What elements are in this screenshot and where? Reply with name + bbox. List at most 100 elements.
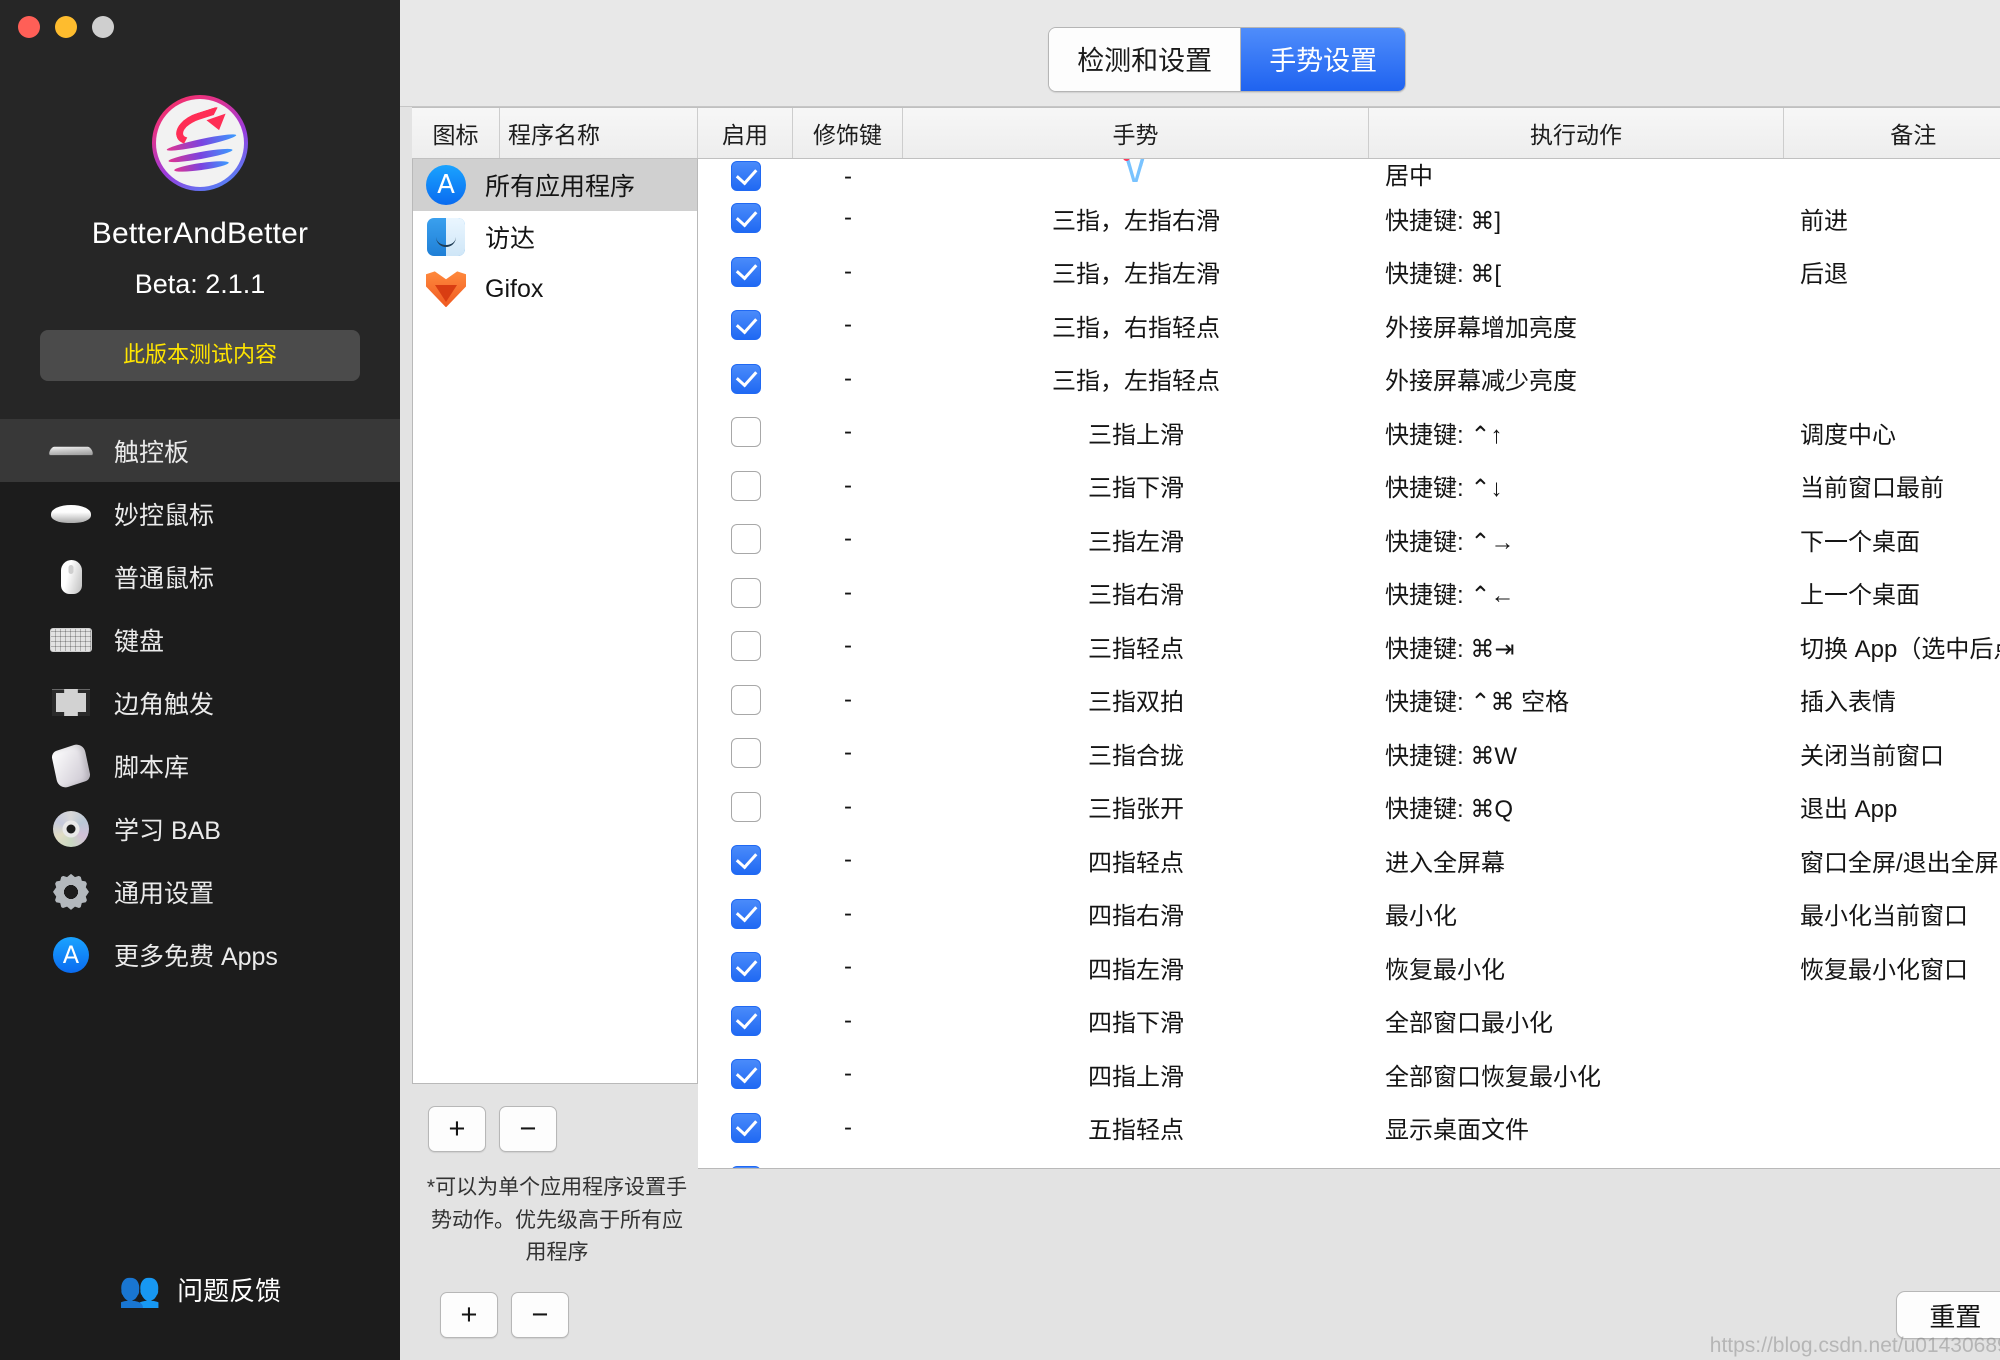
gesture-cell: 四指轻点	[1088, 849, 1184, 877]
maximize-window-button[interactable]	[92, 16, 114, 38]
enable-checkbox[interactable]	[730, 1059, 761, 1090]
enable-checkbox-cell	[698, 256, 793, 287]
note-cell: 前进	[1800, 207, 1848, 235]
sidebar-item-learn-bab[interactable]: 学习 BAB	[0, 797, 400, 860]
table-row[interactable]: - 三指下滑 快捷键: ⌃↓ 当前窗口最前	[698, 459, 2000, 513]
enable-checkbox[interactable]	[730, 952, 761, 983]
enable-checkbox[interactable]	[730, 310, 761, 341]
sidebar-item-script-library[interactable]: 脚本库	[0, 734, 400, 797]
app-list-item-finder[interactable]: 访达	[413, 211, 697, 263]
enable-checkbox[interactable]	[730, 417, 761, 448]
note-cell: 后退	[1800, 261, 1848, 289]
table-row[interactable]: - 三指，左指轻点 外接屏幕减少亮度	[698, 352, 2000, 406]
enable-checkbox[interactable]	[730, 203, 761, 234]
beta-notes-button[interactable]: 此版本测试内容	[40, 330, 360, 382]
enable-checkbox[interactable]	[730, 898, 761, 929]
modifier-cell: -	[844, 525, 852, 553]
enable-checkbox[interactable]	[730, 256, 761, 287]
table-row[interactable]: - 三指双拍 快捷键: ⌃⌘ 空格 插入表情	[698, 673, 2000, 727]
table-row[interactable]: - 四指下滑 全部窗口最小化	[698, 994, 2000, 1048]
enable-checkbox[interactable]	[730, 738, 761, 769]
column-header-gesture[interactable]: 手势	[903, 108, 1369, 159]
column-header-app-name[interactable]: 程序名称	[500, 108, 698, 159]
enable-checkbox-cell	[698, 203, 793, 234]
tab-gesture-settings[interactable]: 手势设置	[1241, 28, 1406, 92]
table-row[interactable]: - 三指轻点 快捷键: ⌘⇥ 切换 App（选中后点 C	[698, 619, 2000, 673]
action-cell: 快捷键: ⌘W	[1385, 742, 1517, 770]
reset-area: 重置	[1896, 1291, 2000, 1339]
table-row[interactable]: - 四指右滑 最小化 最小化当前窗口	[698, 887, 2000, 941]
enable-checkbox-cell	[698, 738, 793, 769]
enable-checkbox[interactable]	[730, 524, 761, 555]
enable-checkbox-cell	[698, 1005, 793, 1036]
close-window-button[interactable]	[18, 16, 40, 38]
column-header-icon[interactable]: 图标	[412, 108, 500, 159]
enable-checkbox[interactable]	[730, 791, 761, 822]
app-window: BetterAndBetter Beta: 2.1.1 此版本测试内容 触控板 …	[0, 0, 2000, 1360]
sidebar-item-more-free-apps[interactable]: 更多免费 Apps	[0, 923, 400, 986]
gesture-table[interactable]: - 居中 - 三指，左指右滑 快捷键: ⌘] 前进 - 三指，左指左滑 快捷键:…	[698, 159, 2000, 1170]
modifier-cell: -	[844, 1113, 852, 1141]
remove-gesture-button[interactable]: −	[511, 1292, 569, 1338]
enable-checkbox[interactable]	[730, 684, 761, 715]
gesture-cell: 三指下滑	[1088, 475, 1184, 503]
gesture-cell: 三指轻点	[1088, 635, 1184, 663]
app-list-item-gifox[interactable]: Gifox	[413, 263, 697, 315]
table-row[interactable]: - 四指左滑 恢复最小化 恢复最小化窗口	[698, 940, 2000, 994]
gesture-cell: 四指左滑	[1088, 956, 1184, 984]
table-row[interactable]: - 三指上滑 快捷键: ⌃↑ 调度中心	[698, 405, 2000, 459]
enable-checkbox[interactable]	[730, 1166, 761, 1169]
keyboard-icon	[48, 622, 94, 658]
table-row[interactable]: - 四指上滑 全部窗口恢复最小化	[698, 1047, 2000, 1101]
note-cell: 窗口全屏/退出全屏	[1800, 849, 1999, 877]
table-row[interactable]: - 三指，右指轻点 外接屏幕增加亮度	[698, 298, 2000, 352]
note-cell: 关闭当前窗口	[1800, 742, 1944, 770]
remove-app-button[interactable]: −	[499, 1106, 557, 1153]
column-header-modifier[interactable]: 修饰键	[793, 108, 903, 159]
enable-checkbox-cell	[698, 1059, 793, 1090]
app-logo-icon	[152, 95, 248, 191]
modifier-cell: -	[844, 899, 852, 927]
sidebar-item-general-settings[interactable]: 通用设置	[0, 860, 400, 923]
minimize-window-button[interactable]	[55, 16, 77, 38]
enable-checkbox[interactable]	[730, 845, 761, 876]
table-row[interactable]: - 三指合拢 快捷键: ⌘W 关闭当前窗口	[698, 726, 2000, 780]
sidebar-item-keyboard[interactable]: 键盘	[0, 608, 400, 671]
column-header-enable[interactable]: 启用	[698, 108, 793, 159]
table-row[interactable]: - 五指双拍 隐藏桌面文件	[698, 1154, 2000, 1169]
enable-checkbox[interactable]	[730, 631, 761, 662]
enable-checkbox[interactable]	[730, 363, 761, 394]
enable-checkbox[interactable]	[730, 1005, 761, 1036]
modifier-cell: -	[844, 739, 852, 767]
app-list-item-all-apps[interactable]: 所有应用程序	[413, 159, 697, 212]
enable-checkbox[interactable]	[730, 577, 761, 608]
sidebar-item-hot-corner[interactable]: 边角触发	[0, 671, 400, 734]
table-row[interactable]: - 居中	[698, 159, 2000, 192]
table-row[interactable]: - 三指右滑 快捷键: ⌃← 上一个桌面	[698, 566, 2000, 620]
sidebar-item-magic-mouse[interactable]: 妙控鼠标	[0, 482, 400, 545]
table-row[interactable]: - 三指左滑 快捷键: ⌃→ 下一个桌面	[698, 512, 2000, 566]
add-gesture-button[interactable]: +	[440, 1292, 498, 1338]
table-row[interactable]: - 四指轻点 进入全屏幕 窗口全屏/退出全屏	[698, 833, 2000, 887]
main-panel: 检测和设置 手势设置 图标 程序名称 启用 修饰键 手势 执行动作 备注 A 所…	[400, 0, 2000, 1360]
sidebar-item-label: 边角触发	[114, 690, 215, 719]
enable-checkbox[interactable]	[730, 161, 761, 192]
feedback-button[interactable]: 👥 问题反馈	[0, 1271, 400, 1308]
table-row[interactable]: - 三指，左指右滑 快捷键: ⌘] 前进	[698, 191, 2000, 245]
enable-checkbox[interactable]	[730, 470, 761, 501]
column-header-note[interactable]: 备注	[1784, 108, 2000, 158]
table-row[interactable]: - 五指轻点 显示桌面文件	[698, 1101, 2000, 1155]
action-cell: 快捷键: ⌘Q	[1385, 796, 1514, 824]
app-list-item-label: 访达	[485, 225, 536, 254]
table-row[interactable]: - 三指张开 快捷键: ⌘Q 退出 App	[698, 780, 2000, 834]
tab-detection-and-settings[interactable]: 检测和设置	[1049, 28, 1242, 92]
sidebar-item-trackpad[interactable]: 触控板	[0, 419, 400, 483]
enable-checkbox[interactable]	[730, 1112, 761, 1143]
sidebar-item-mouse[interactable]: 普通鼠标	[0, 545, 400, 608]
add-app-button[interactable]: +	[428, 1106, 486, 1153]
reset-button[interactable]: 重置	[1896, 1291, 2000, 1339]
column-header-action[interactable]: 执行动作	[1369, 108, 1784, 159]
table-row[interactable]: - 三指，左指左滑 快捷键: ⌘[ 后退	[698, 245, 2000, 299]
modifier-cell: -	[844, 418, 852, 446]
app-list-footnote: *可以为单个应用程序设置手势动作。优先级高于所有应用程序	[426, 1176, 688, 1265]
